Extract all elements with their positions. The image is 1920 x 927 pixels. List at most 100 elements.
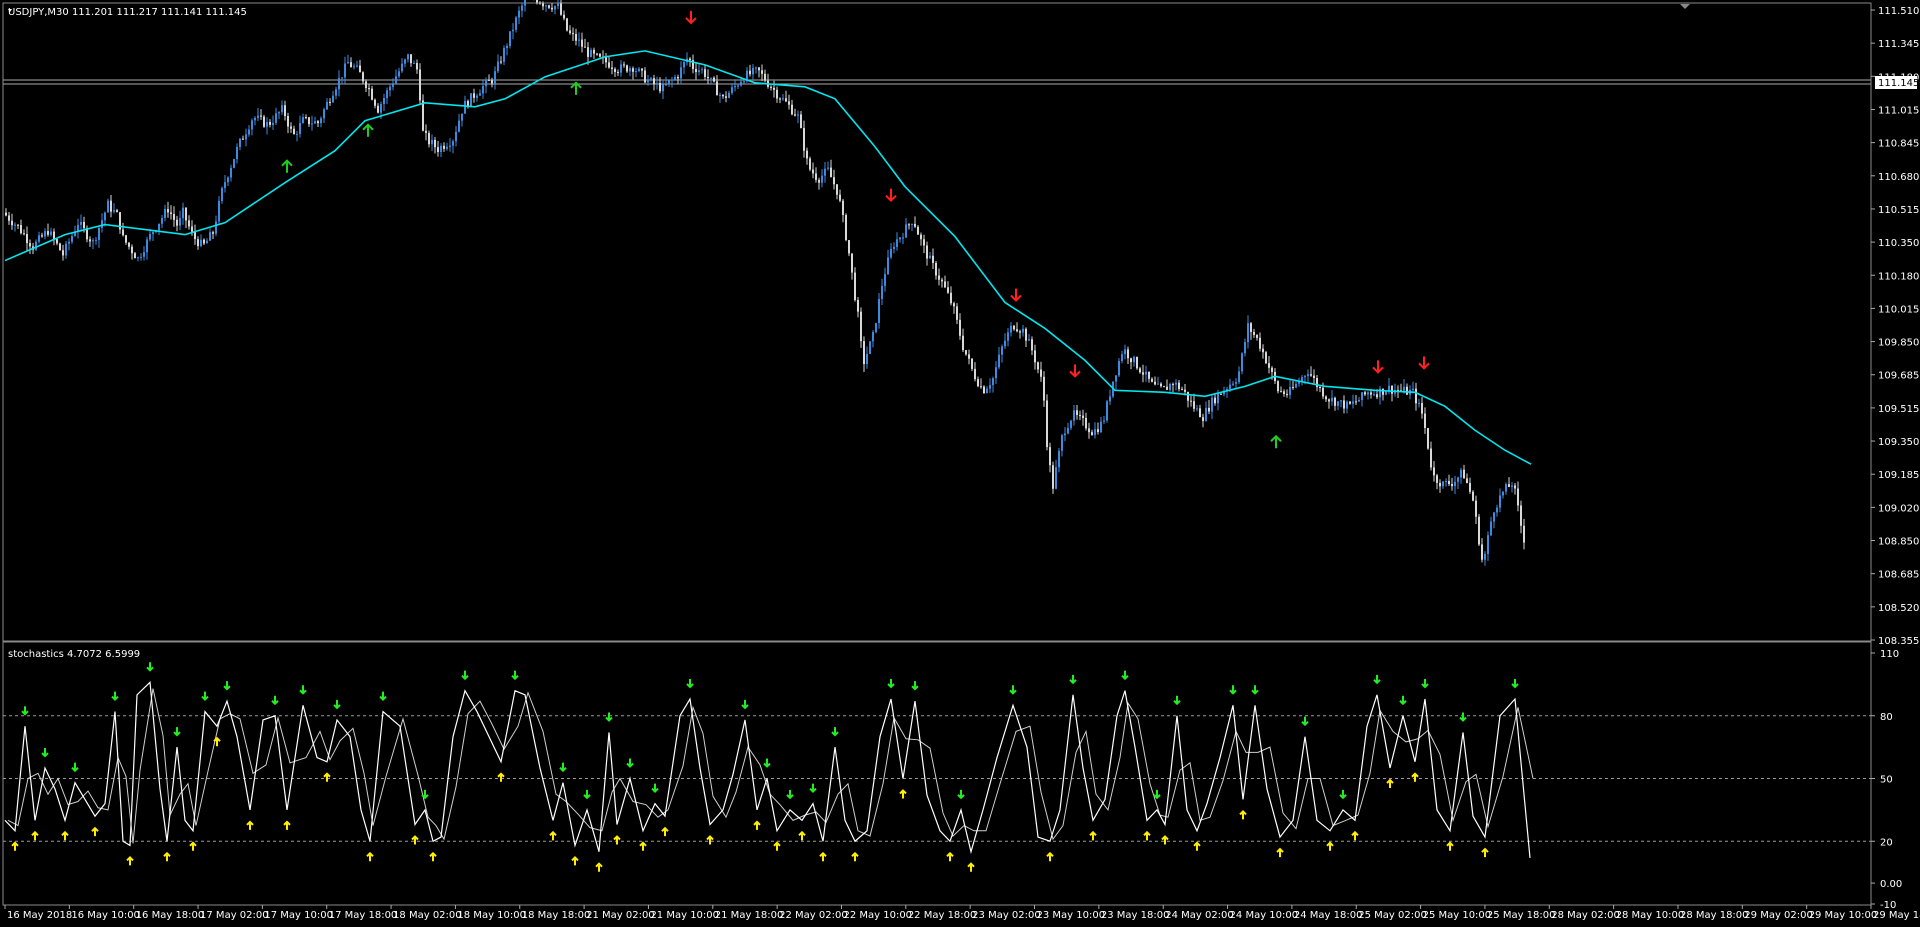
candle-body	[1154, 381, 1156, 385]
candle-body	[950, 292, 952, 304]
candle-body	[140, 256, 142, 258]
candle-body	[368, 88, 370, 90]
time-tick-label: 17 May 18:00	[329, 910, 398, 921]
candle-body	[1058, 450, 1060, 468]
candle-body	[305, 117, 307, 119]
price-tick-label: 108.685	[1878, 570, 1919, 581]
candle-body	[341, 77, 343, 79]
candle-body	[221, 187, 223, 201]
candle-body	[893, 246, 895, 249]
time-tick-label: 29 May 10:00	[1809, 910, 1878, 921]
candle-body	[1325, 396, 1327, 400]
candle-body	[437, 147, 439, 153]
candle-body	[200, 239, 202, 247]
candle-body	[584, 46, 586, 48]
candle-body	[560, 3, 562, 15]
trading-chart-window[interactable]: USDJPY,M30 111.201 111.217 111.141 111.1…	[0, 0, 1920, 927]
candle-body	[1124, 349, 1126, 355]
candle-body	[470, 93, 472, 107]
candle-body	[833, 177, 835, 185]
candle-body	[104, 212, 106, 221]
candle-body	[566, 18, 568, 31]
candle-body	[89, 239, 91, 242]
candle-body	[1457, 477, 1459, 482]
candle-body	[782, 98, 784, 100]
candle-body	[422, 100, 424, 131]
candle-body	[413, 63, 415, 65]
candle-body	[1319, 387, 1321, 389]
candle-body	[317, 121, 319, 124]
stoch-tick-label: 0.00	[1880, 879, 1902, 890]
candle-body	[374, 99, 376, 106]
candle-body	[245, 134, 247, 140]
candle-body	[206, 240, 208, 244]
candle-body	[1502, 491, 1504, 496]
candle-body	[197, 239, 199, 247]
candle-body	[635, 71, 637, 73]
candle-body	[977, 379, 979, 387]
candle-body	[1451, 484, 1453, 487]
candle-body	[1334, 397, 1336, 406]
candle-body	[1469, 483, 1471, 492]
candle-body	[1205, 407, 1207, 421]
candle-body	[593, 49, 595, 54]
candle-body	[1448, 481, 1450, 485]
candle-body	[329, 101, 331, 103]
time-tick-label: 16 May 2018	[7, 910, 72, 921]
candle-body	[935, 262, 937, 276]
candle-body	[1100, 421, 1102, 433]
candle-body	[392, 83, 394, 87]
candle-body	[878, 298, 880, 324]
candle-body	[926, 245, 928, 259]
candle-body	[254, 117, 256, 121]
candle-body	[338, 77, 340, 90]
candle-body	[1046, 400, 1048, 448]
candle-body	[302, 117, 304, 124]
candle-body	[626, 65, 628, 72]
candle-body	[986, 388, 988, 394]
candle-body	[857, 300, 859, 312]
candle-body	[263, 116, 265, 127]
candle-body	[161, 218, 163, 224]
price-tick-label: 110.015	[1878, 304, 1919, 315]
symbol-info-label: USDJPY,M30 111.201 111.217 111.141 111.1…	[8, 7, 247, 18]
time-tick-label: 18 May 02:00	[393, 910, 462, 921]
candle-body	[1214, 397, 1216, 404]
time-tick-label: 22 May 02:00	[779, 910, 848, 921]
candle-body	[350, 62, 352, 68]
candle-body	[1217, 393, 1219, 404]
candle-body	[911, 223, 913, 225]
candle-body	[125, 235, 127, 243]
candle-body	[758, 67, 760, 71]
chart-background	[0, 0, 1920, 927]
candle-body	[170, 212, 172, 215]
candle-body	[356, 65, 358, 67]
candle-body	[548, 5, 550, 8]
candle-body	[1010, 325, 1012, 333]
candle-body	[563, 14, 565, 19]
candle-body	[707, 76, 709, 79]
candle-body	[251, 120, 253, 130]
candle-body	[1064, 433, 1066, 436]
candle-body	[1049, 447, 1051, 466]
candle-body	[1016, 329, 1018, 332]
candle-body	[146, 239, 148, 253]
candle-body	[1196, 408, 1198, 410]
candle-body	[1277, 381, 1279, 392]
candle-body	[1265, 352, 1267, 364]
candle-body	[323, 109, 325, 119]
candle-body	[215, 221, 217, 234]
candle-body	[980, 386, 982, 388]
candle-body	[35, 241, 37, 250]
candle-body	[1076, 410, 1078, 416]
candle-body	[44, 231, 46, 237]
candle-body	[677, 76, 679, 79]
candle-body	[704, 69, 706, 77]
candle-body	[1343, 400, 1345, 409]
candle-body	[500, 61, 502, 63]
candle-body	[974, 368, 976, 380]
candle-body	[248, 129, 250, 135]
candle-body	[1250, 323, 1252, 332]
candle-body	[482, 86, 484, 94]
candle-body	[14, 224, 16, 226]
